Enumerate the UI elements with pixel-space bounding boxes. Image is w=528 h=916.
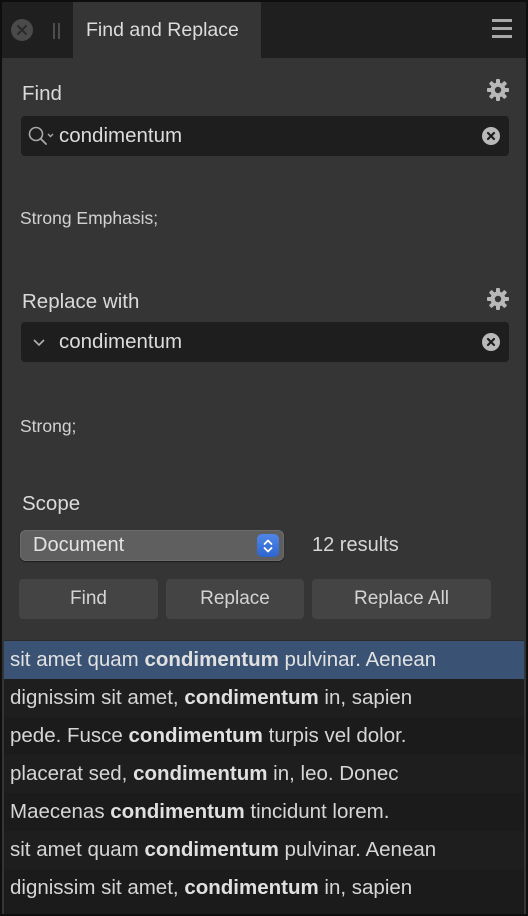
replace-button[interactable]: Replace	[166, 579, 304, 619]
find-settings-button[interactable]	[486, 78, 510, 102]
replace-clear-button[interactable]	[482, 333, 500, 351]
replace-settings-button[interactable]	[486, 287, 510, 311]
result-text-before: sit amet quam	[10, 648, 145, 671]
result-text-before: dignissim sit amet,	[10, 876, 185, 899]
result-row[interactable]: placerat sed, condimentum in, leo. Donec	[4, 755, 524, 793]
result-text-before: dignissim sit amet,	[10, 686, 185, 709]
result-row[interactable]: pede. Fusce condimentum turpis vel dolor…	[4, 717, 524, 755]
find-replace-panel: Find and Replace Find condimentum Strong…	[2, 2, 526, 914]
result-row[interactable]: sit amet quam condimentum pulvinar. Aene…	[4, 831, 524, 869]
result-text-after: in, sapien	[318, 876, 413, 899]
tab-label: Find and Replace	[86, 18, 239, 41]
clear-icon	[486, 337, 496, 347]
result-text-after: pulvinar. Aenean	[278, 838, 437, 861]
find-field	[21, 116, 509, 156]
close-panel-button[interactable]	[11, 19, 33, 41]
result-match: condimentum	[184, 686, 319, 709]
gear-icon	[487, 288, 509, 310]
tab-find-and-replace[interactable]: Find and Replace	[73, 2, 261, 58]
result-text-after: pulvinar. Aenean	[278, 648, 437, 671]
hamburger-line	[492, 35, 512, 38]
find-label: Find	[22, 82, 62, 105]
replace-all-button[interactable]: Replace All	[312, 579, 491, 619]
search-options-button[interactable]	[27, 125, 57, 147]
result-text-before: Maecenas	[10, 800, 111, 823]
find-button[interactable]: Find	[19, 579, 158, 619]
result-text-before: placerat sed,	[10, 762, 134, 785]
replace-input[interactable]	[59, 322, 459, 362]
hamburger-line	[492, 27, 512, 30]
result-text-after: in, sapien	[318, 686, 413, 709]
tab-bar: Find and Replace	[2, 2, 526, 58]
find-format-text: Strong Emphasis;	[20, 208, 159, 228]
search-icon	[28, 126, 54, 145]
result-text-after: tincidunt lorem.	[244, 800, 390, 823]
results-list[interactable]: sit amet quam condimentum pulvinar. Aene…	[4, 640, 524, 914]
panel-menu-button[interactable]	[492, 19, 512, 39]
replace-label: Replace with	[22, 290, 140, 313]
hamburger-menu-icon	[492, 19, 512, 22]
close-icon	[17, 25, 27, 35]
scope-select[interactable]: Document	[20, 530, 284, 561]
replace-history-button[interactable]	[27, 331, 57, 353]
clear-icon	[486, 131, 496, 141]
result-text-after: in, leo. Donec	[267, 762, 399, 785]
result-text-before: sit amet quam	[10, 838, 145, 861]
gear-icon	[487, 79, 509, 101]
result-match: condimentum	[128, 724, 263, 747]
result-text-before: pede. Fusce	[10, 724, 129, 747]
select-stepper-icon	[257, 534, 279, 557]
result-row[interactable]: dignissim sit amet, condimentum in, sapi…	[4, 869, 524, 907]
result-match: condimentum	[184, 876, 319, 899]
scope-label: Scope	[22, 492, 81, 515]
result-text-after: turpis vel dolor.	[262, 724, 407, 747]
result-match: condimentum	[110, 800, 245, 823]
replace-field	[21, 322, 509, 362]
result-row[interactable]: Maecenas condimentum tincidunt lorem.	[4, 793, 524, 831]
find-input[interactable]	[59, 116, 459, 156]
result-match: condimentum	[133, 762, 268, 785]
result-row[interactable]: dignissim sit amet, condimentum in, sapi…	[4, 679, 524, 717]
result-match: condimentum	[144, 838, 279, 861]
scope-selected-value: Document	[33, 534, 125, 556]
replace-format-text: Strong;	[20, 416, 77, 436]
result-row[interactable]: sit amet quam condimentum pulvinar. Aene…	[4, 641, 524, 679]
find-clear-button[interactable]	[482, 127, 500, 145]
result-match: condimentum	[144, 648, 279, 671]
results-count: 12 results	[312, 534, 399, 556]
drag-grip-icon[interactable]	[52, 23, 60, 39]
chevron-down-icon	[33, 339, 45, 347]
